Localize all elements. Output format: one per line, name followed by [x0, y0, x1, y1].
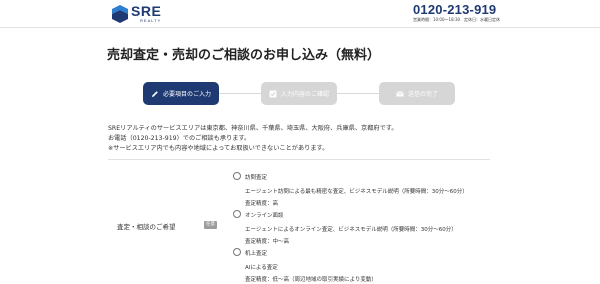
option-title[interactable]: オンライン面談	[245, 211, 284, 219]
field-label-assessment: 査定・相談のご希望	[117, 223, 176, 231]
site-header: SRE REALTY 0120-213-919 営業時間：10:00〜18:30…	[0, 0, 600, 28]
check-icon	[269, 90, 277, 97]
step-complete: 送信の完了	[379, 82, 455, 105]
tel-hours: 営業時間：10:00〜18:30 定休日：水曜日定休	[413, 17, 501, 22]
option-online[interactable]: オンライン面談 エージェントによるオンライン査定、ビジネスモデル説明（所要時間：…	[233, 210, 533, 248]
progress-steps: 必要項目のご入力 入力内容のご確認 送信の完了	[143, 82, 455, 105]
radio-online[interactable]	[233, 210, 241, 218]
header-tel[interactable]: 0120-213-919 営業時間：10:00〜18:30 定休日：水曜日定休	[413, 2, 501, 23]
option-description: エージェントによるオンライン査定、ビジネスモデル説明（所要時間：30分〜60分）	[245, 227, 457, 233]
option-title[interactable]: 訪問査定	[245, 173, 267, 181]
step-confirm: 入力内容のご確認	[261, 82, 337, 105]
step-label: 必要項目のご入力	[162, 91, 211, 98]
tel-number: 0120-213-919	[413, 2, 497, 17]
logo-mark-icon	[112, 5, 128, 23]
option-accuracy: 査定精度：高	[245, 201, 279, 207]
page-title: 売却査定・売却のご相談のお申し込み（無料）	[107, 48, 381, 63]
radio-desk[interactable]	[233, 248, 241, 256]
option-desk[interactable]: 机上査定 AIによる査定 査定精度：低〜高（周辺地域の取引実績により変動）	[233, 248, 533, 284]
optional-badge: 任意	[204, 221, 217, 229]
intro-line: お電話（0120-213-919）でのご相談も承ります。	[108, 135, 251, 142]
radio-visit[interactable]	[233, 172, 241, 180]
option-accuracy: 査定精度：低〜高（周辺地域の取引実績により変動）	[245, 277, 377, 283]
option-description: AIによる査定	[245, 265, 278, 271]
mail-icon	[396, 90, 404, 96]
step-label: 送信の完了	[407, 91, 438, 98]
intro-text: SREリアルティのサービスエリアは東京都、神奈川県、千葉県、埼玉県、大阪府、兵庫…	[108, 124, 398, 154]
intro-line: ※サービスエリア内でも内容や地域によってお取扱いできないことがあります。	[108, 145, 329, 152]
intro-line: SREリアルティのサービスエリアは東京都、神奈川県、千葉県、埼玉県、大阪府、兵庫…	[108, 125, 398, 132]
step-input: 必要項目のご入力	[143, 82, 219, 105]
option-visit[interactable]: 訪問査定 エージェント訪問による最も精密な査定、ビジネスモデル説明（所要時間：3…	[233, 172, 533, 210]
assessment-options: 訪問査定 エージェント訪問による最も精密な査定、ビジネスモデル説明（所要時間：3…	[233, 172, 533, 284]
pencil-icon	[151, 90, 158, 97]
option-description: エージェント訪問による最も精密な査定、ビジネスモデル説明（所要時間：30分〜60…	[245, 189, 468, 195]
option-accuracy: 査定精度：中〜高	[245, 239, 290, 245]
section-divider	[108, 159, 490, 160]
step-label: 入力内容のご確認	[280, 91, 329, 98]
sre-logo[interactable]: SRE REALTY	[112, 3, 162, 23]
logo-text: SRE	[131, 3, 162, 19]
option-title[interactable]: 机上査定	[245, 249, 267, 257]
